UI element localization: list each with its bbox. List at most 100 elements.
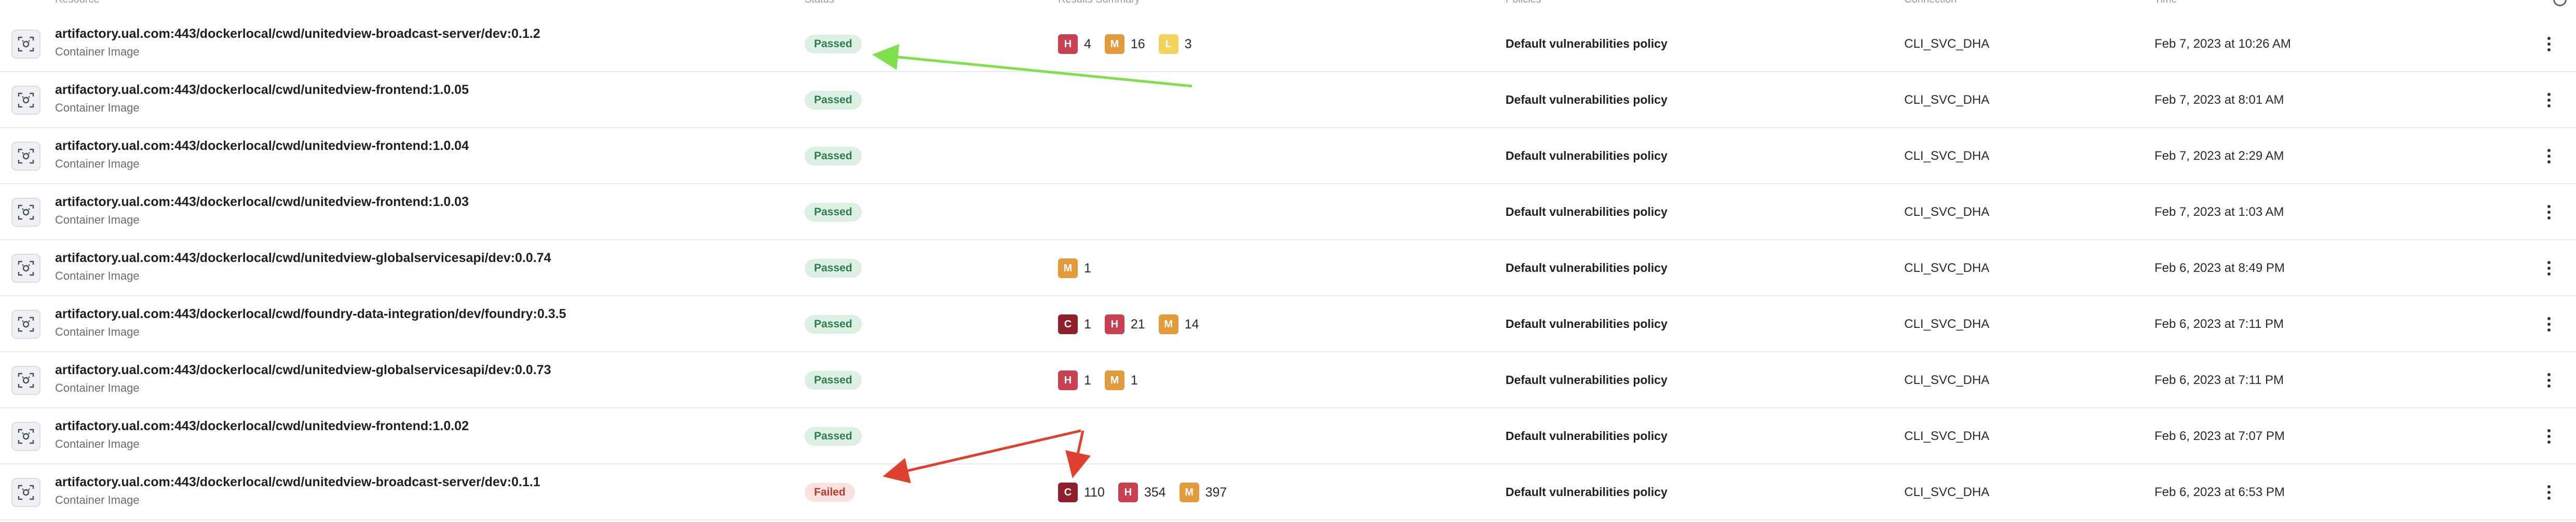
scan-time: Feb 6, 2023 at 7:11 PM bbox=[2154, 317, 2284, 331]
finding-count: 1 bbox=[1084, 260, 1091, 276]
more-options-icon[interactable] bbox=[2541, 258, 2557, 279]
more-options-icon[interactable] bbox=[2541, 34, 2557, 54]
status-badge: Passed bbox=[805, 315, 862, 334]
table-header: Resource Status Results Summary Policies… bbox=[0, 0, 2576, 6]
header-source[interactable]: Connection bbox=[1904, 0, 1957, 6]
finding-count: 110 bbox=[1084, 485, 1105, 500]
policy-name[interactable]: Default vulnerabilities policy bbox=[1506, 37, 1667, 51]
resource-type: Container Image bbox=[55, 101, 140, 114]
scan-time: Feb 7, 2023 at 1:03 AM bbox=[2154, 205, 2284, 219]
severity-high-badge: H bbox=[1104, 314, 1124, 334]
more-options-icon[interactable] bbox=[2541, 202, 2557, 223]
connection-name: CLI_SVC_DHA bbox=[1904, 485, 1990, 499]
more-options-icon[interactable] bbox=[2541, 146, 2557, 167]
connection-name: CLI_SVC_DHA bbox=[1904, 429, 1990, 443]
header-time[interactable]: Time bbox=[2154, 0, 2177, 6]
scan-time: Feb 6, 2023 at 6:53 PM bbox=[2154, 485, 2285, 499]
finding-count: 3 bbox=[1184, 36, 1192, 51]
resource-type: Container Image bbox=[55, 269, 140, 282]
status-badge: Passed bbox=[805, 203, 862, 222]
finding-count: 1 bbox=[1084, 317, 1091, 332]
container-image-icon bbox=[11, 30, 40, 59]
policy-name[interactable]: Default vulnerabilities policy bbox=[1506, 429, 1667, 443]
status-badge: Passed bbox=[805, 371, 862, 390]
table-row[interactable]: artifactory.ual.com:443/dockerlocal/cwd/… bbox=[0, 464, 2576, 520]
scan-time: Feb 7, 2023 at 2:29 AM bbox=[2154, 149, 2284, 163]
policy-name[interactable]: Default vulnerabilities policy bbox=[1506, 485, 1667, 499]
resource-name[interactable]: artifactory.ual.com:443/dockerlocal/cwd/… bbox=[55, 139, 469, 154]
more-options-icon[interactable] bbox=[2541, 426, 2557, 447]
finding-count: 21 bbox=[1130, 317, 1145, 332]
policy-name[interactable]: Default vulnerabilities policy bbox=[1506, 93, 1667, 107]
finding-count: 16 bbox=[1130, 36, 1145, 51]
resource-name[interactable]: artifactory.ual.com:443/dockerlocal/cwd/… bbox=[55, 26, 540, 42]
severity-medium-badge: M bbox=[1104, 34, 1124, 54]
resource-name[interactable]: artifactory.ual.com:443/dockerlocal/cwd/… bbox=[55, 363, 551, 378]
policy-name[interactable]: Default vulnerabilities policy bbox=[1506, 373, 1667, 387]
table-row[interactable]: artifactory.ual.com:443/dockerlocal/cwd/… bbox=[0, 128, 2576, 184]
resource-type: Container Image bbox=[55, 381, 140, 394]
resource-type: Container Image bbox=[55, 437, 140, 450]
resource-type: Container Image bbox=[55, 157, 140, 170]
table-row[interactable]: artifactory.ual.com:443/dockerlocal/cwd/… bbox=[0, 408, 2576, 464]
header-policy[interactable]: Policies bbox=[1506, 0, 1541, 6]
policy-name[interactable]: Default vulnerabilities policy bbox=[1506, 205, 1667, 219]
findings-summary: H 1 M 1 bbox=[1058, 370, 1151, 391]
header-resource[interactable]: Resource bbox=[55, 0, 100, 6]
severity-medium-badge: M bbox=[1058, 258, 1078, 278]
resource-type: Container Image bbox=[55, 325, 140, 338]
status-badge: Passed bbox=[805, 259, 862, 278]
finding-count: 397 bbox=[1205, 485, 1227, 500]
more-options-icon[interactable] bbox=[2541, 370, 2557, 391]
container-image-icon bbox=[11, 254, 40, 283]
policy-name[interactable]: Default vulnerabilities policy bbox=[1506, 317, 1667, 331]
findings-summary: H 4 M 16 L 3 bbox=[1058, 34, 1205, 54]
scan-time: Feb 7, 2023 at 10:26 AM bbox=[2154, 37, 2291, 51]
resource-type: Container Image bbox=[55, 45, 140, 58]
connection-name: CLI_SVC_DHA bbox=[1904, 149, 1990, 163]
severity-medium-badge: M bbox=[1179, 483, 1199, 502]
container-image-icon bbox=[11, 422, 40, 451]
resource-type: Container Image bbox=[55, 493, 140, 506]
resource-name[interactable]: artifactory.ual.com:443/dockerlocal/cwd/… bbox=[55, 251, 551, 266]
resource-name[interactable]: artifactory.ual.com:443/dockerlocal/cwd/… bbox=[55, 419, 469, 434]
scan-time: Feb 6, 2023 at 7:07 PM bbox=[2154, 429, 2285, 443]
container-image-icon bbox=[11, 310, 40, 339]
table-row[interactable]: artifactory.ual.com:443/dockerlocal/cwd/… bbox=[0, 72, 2576, 128]
table-row[interactable]: artifactory.ual.com:443/dockerlocal/cwd/… bbox=[0, 352, 2576, 408]
more-options-icon[interactable] bbox=[2541, 482, 2557, 503]
severity-medium-badge: M bbox=[1104, 370, 1124, 390]
connection-name: CLI_SVC_DHA bbox=[1904, 261, 1990, 275]
container-image-icon bbox=[11, 86, 40, 115]
finding-count: 1 bbox=[1084, 373, 1091, 388]
severity-high-badge: H bbox=[1118, 483, 1138, 502]
policy-name[interactable]: Default vulnerabilities policy bbox=[1506, 149, 1667, 163]
table-row[interactable]: artifactory.ual.com:443/dockerlocal/cwd/… bbox=[0, 16, 2576, 72]
status-badge: Passed bbox=[805, 427, 862, 446]
scan-time: Feb 6, 2023 at 8:49 PM bbox=[2154, 261, 2285, 275]
more-options-icon[interactable] bbox=[2541, 314, 2557, 335]
header-findings[interactable]: Results Summary bbox=[1058, 0, 1140, 6]
finding-count: 354 bbox=[1144, 485, 1166, 500]
resource-name[interactable]: artifactory.ual.com:443/dockerlocal/cwd/… bbox=[55, 307, 566, 322]
finding-count: 4 bbox=[1084, 36, 1091, 51]
resource-type: Container Image bbox=[55, 213, 140, 226]
resource-name[interactable]: artifactory.ual.com:443/dockerlocal/cwd/… bbox=[55, 475, 540, 490]
connection-name: CLI_SVC_DHA bbox=[1904, 93, 1990, 107]
more-options-icon[interactable] bbox=[2541, 90, 2557, 111]
policy-name[interactable]: Default vulnerabilities policy bbox=[1506, 261, 1667, 275]
resource-name[interactable]: artifactory.ual.com:443/dockerlocal/cwd/… bbox=[55, 83, 469, 98]
severity-critical-badge: C bbox=[1058, 483, 1078, 502]
connection-name: CLI_SVC_DHA bbox=[1904, 205, 1990, 219]
table-row[interactable]: artifactory.ual.com:443/dockerlocal/cwd/… bbox=[0, 240, 2576, 296]
table-row[interactable]: artifactory.ual.com:443/dockerlocal/cwd/… bbox=[0, 296, 2576, 352]
resource-name[interactable]: artifactory.ual.com:443/dockerlocal/cwd/… bbox=[55, 195, 469, 210]
header-status[interactable]: Status bbox=[805, 0, 834, 6]
status-badge: Passed bbox=[805, 91, 862, 109]
severity-high-badge: H bbox=[1058, 370, 1078, 390]
scan-time: Feb 7, 2023 at 8:01 AM bbox=[2154, 93, 2284, 107]
table-row[interactable]: artifactory.ual.com:443/dockerlocal/cwd/… bbox=[0, 184, 2576, 240]
status-badge: Passed bbox=[805, 147, 862, 166]
connection-name: CLI_SVC_DHA bbox=[1904, 317, 1990, 331]
container-image-icon bbox=[11, 142, 40, 171]
